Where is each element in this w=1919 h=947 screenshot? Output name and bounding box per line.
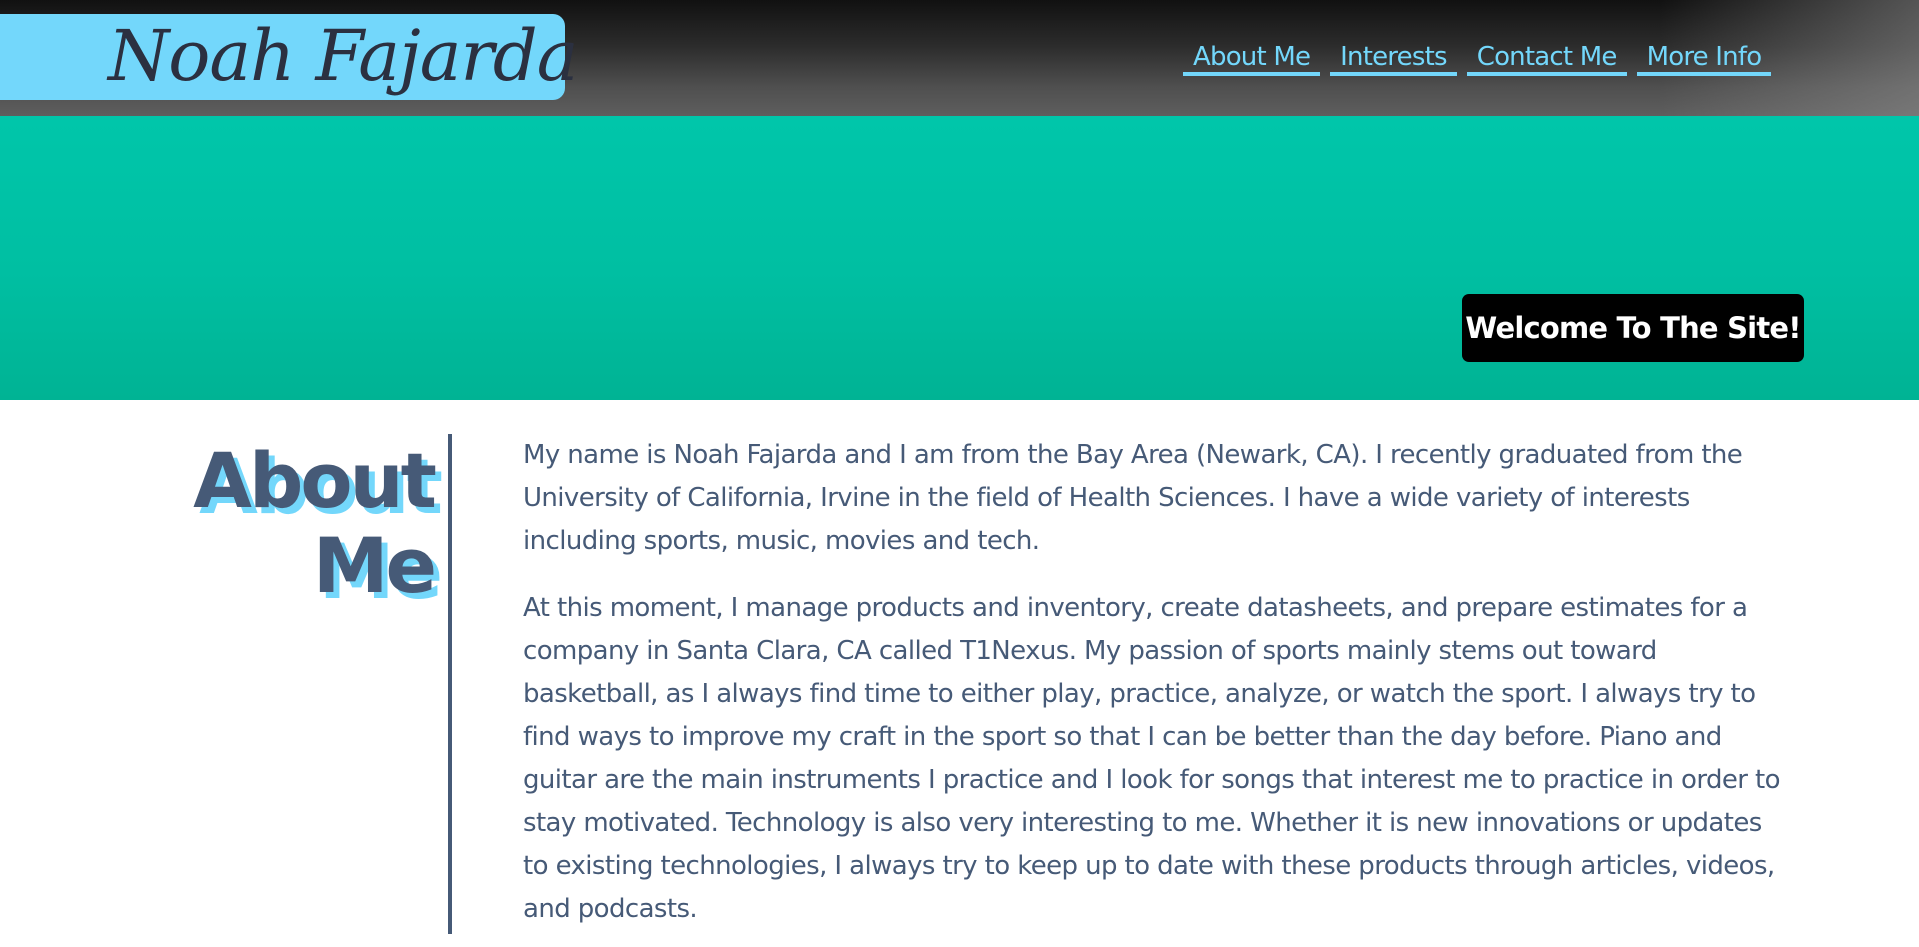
logo[interactable]: Noah Fajarda: [0, 14, 578, 100]
about-paragraph-1: My name is Noah Fajarda and I am from th…: [523, 440, 1743, 556]
about-heading-line2: Me: [312, 521, 437, 610]
about-heading-line1: About: [193, 436, 437, 525]
site-header: Noah Fajarda About Me Interests Contact …: [0, 0, 1919, 116]
nav-link-about-me[interactable]: About Me: [1183, 40, 1321, 76]
welcome-badge: Welcome To The Site!: [1462, 294, 1804, 362]
nav-link-more-info[interactable]: More Info: [1636, 40, 1772, 76]
hero-banner: Welcome To The Site!: [0, 116, 1919, 400]
nav-link-contact-me[interactable]: Contact Me: [1466, 40, 1627, 76]
main-nav: About Me Interests Contact Me More Info: [1183, 40, 1772, 76]
about-heading: About Me: [193, 436, 437, 610]
logo-text: Noah Fajarda: [108, 15, 578, 97]
section-divider: [448, 434, 452, 934]
about-paragraph-2: At this moment, I manage products and in…: [523, 593, 1781, 924]
nav-link-interests[interactable]: Interests: [1330, 40, 1457, 76]
about-body: My name is Noah Fajarda and I am from th…: [523, 434, 1788, 947]
